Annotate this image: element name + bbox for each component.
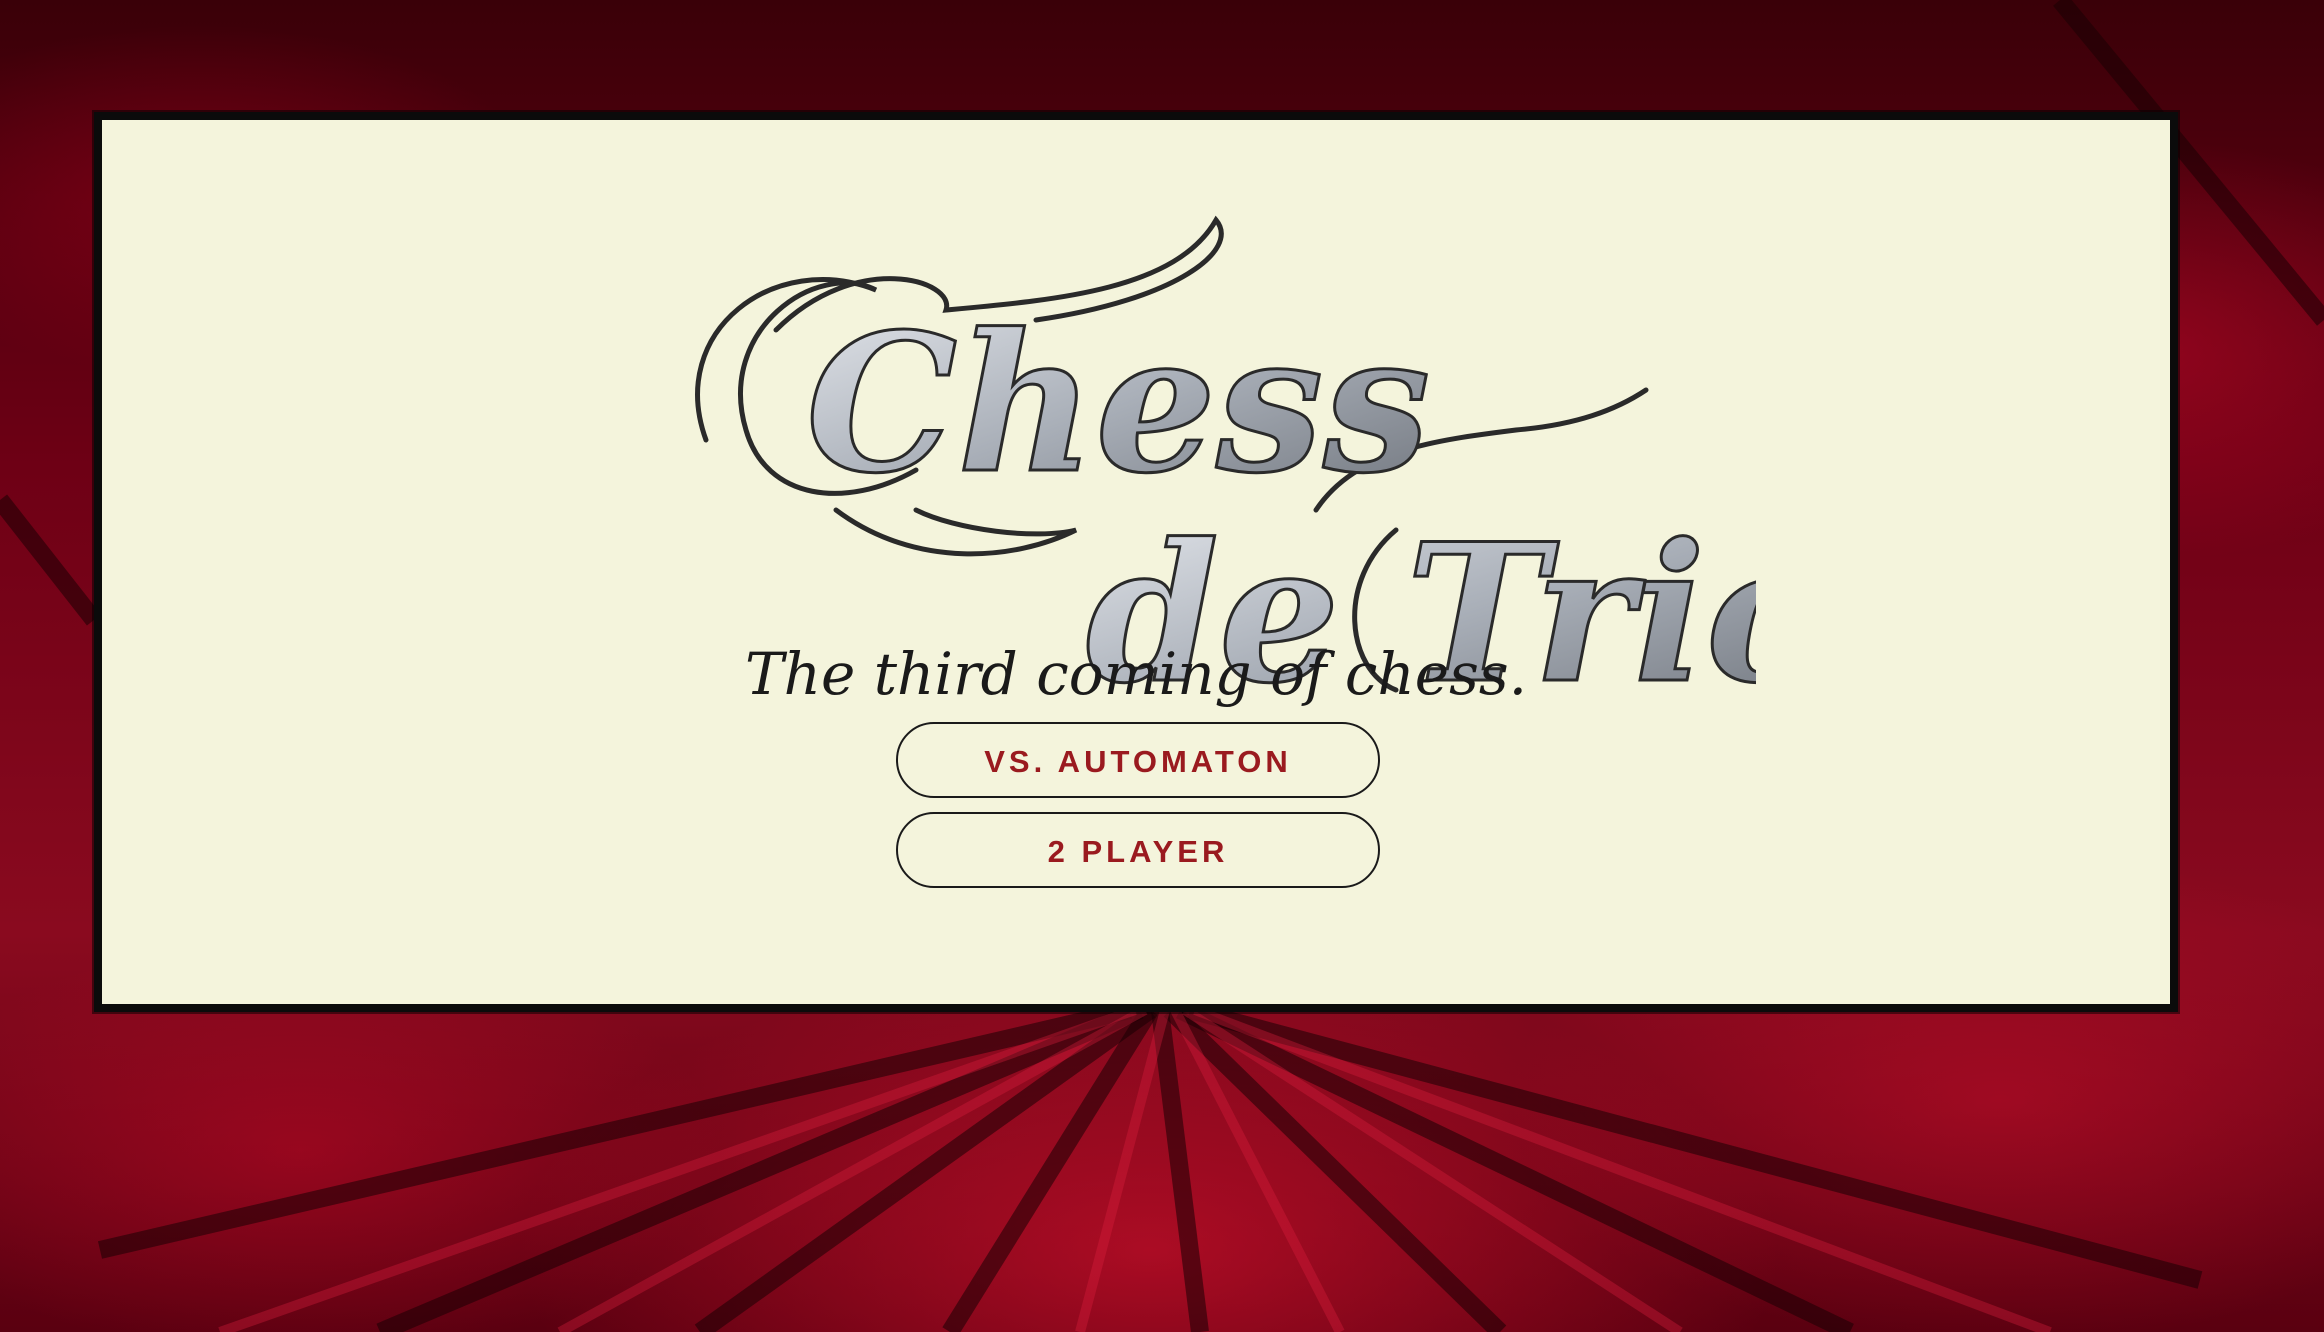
title-panel: Chess de Trio The third coming of chess.… xyxy=(94,112,2178,1012)
vs-automaton-button[interactable]: VS. AUTOMATON xyxy=(896,722,1380,798)
tagline: The third coming of chess. xyxy=(744,640,1528,708)
two-player-button[interactable]: 2 PLAYER xyxy=(896,812,1380,888)
logo-line1: Chess xyxy=(806,292,1430,515)
